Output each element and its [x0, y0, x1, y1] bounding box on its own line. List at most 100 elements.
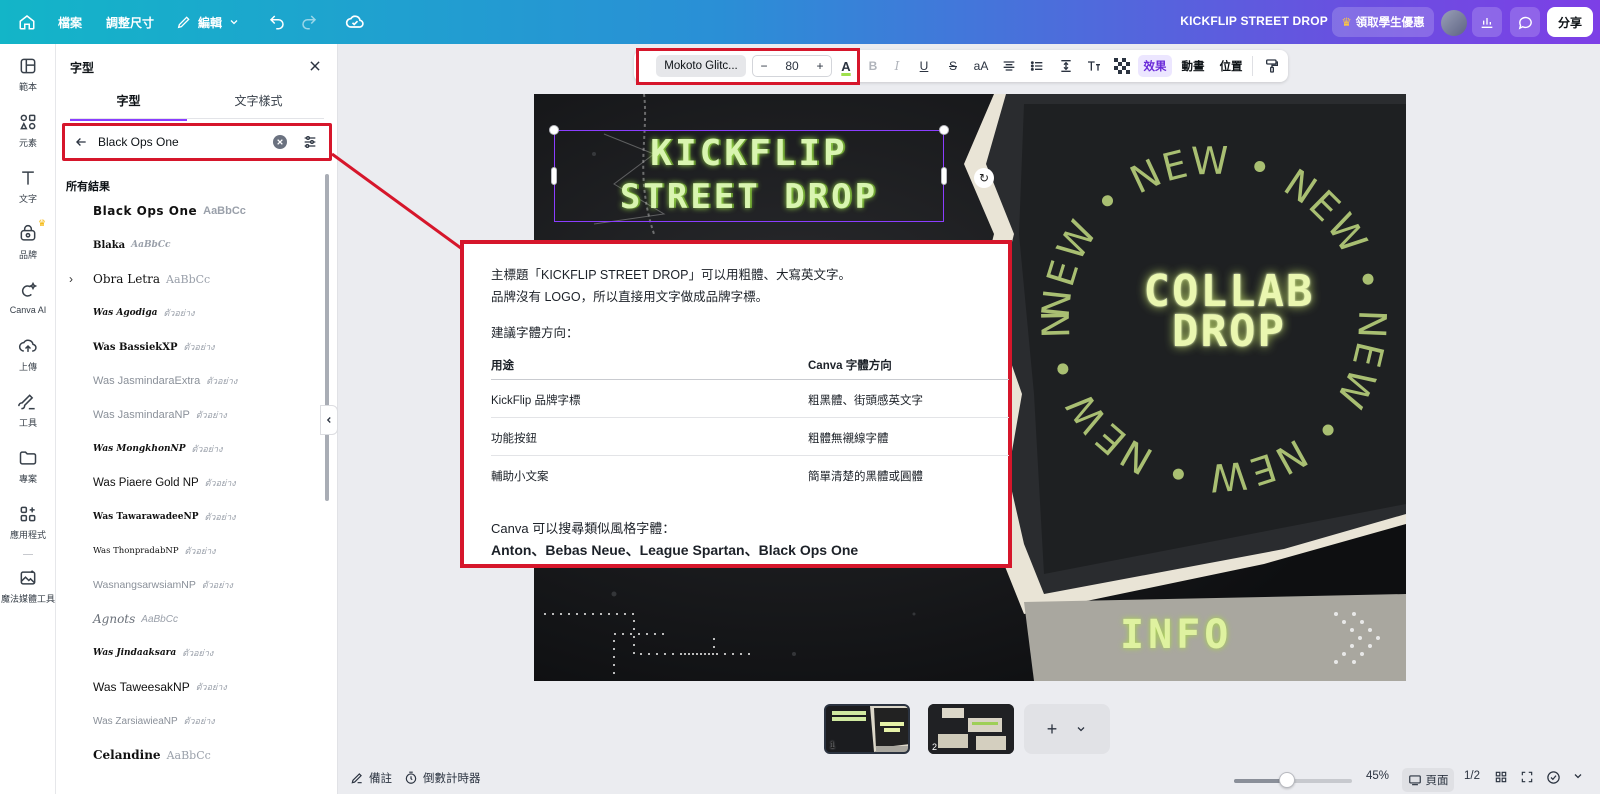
- edit-mode-button[interactable]: 編輯: [170, 7, 246, 37]
- font-list-item[interactable]: Was Piaere Gold NP ตัวอย่าง: [56, 466, 326, 500]
- list-button[interactable]: [1025, 55, 1049, 77]
- page-thumbnail-2[interactable]: 2: [928, 704, 1014, 754]
- comments-button[interactable]: [1510, 7, 1540, 37]
- upload-icon: [18, 339, 37, 352]
- font-list-item[interactable]: Was Agodiga ตัวอย่าง: [56, 296, 326, 330]
- font-list-item[interactable]: WasnangsarwsiamNP ตัวอย่าง: [56, 568, 326, 602]
- rail-item-apps[interactable]: 應用程式: [0, 496, 56, 548]
- headline-line-1: KICKFLIP: [650, 133, 848, 174]
- rail-item-magic-media[interactable]: 魔法媒體工具: [0, 560, 56, 612]
- font-sample: AaBbCc: [131, 240, 171, 250]
- grid-view-button[interactable]: [1494, 770, 1508, 784]
- redo-button[interactable]: [294, 7, 324, 37]
- fullscreen-button[interactable]: [1520, 770, 1534, 784]
- headline-text-box[interactable]: KICKFLIP STREET DROP: [554, 130, 944, 222]
- scrollbar-thumb[interactable]: [325, 174, 329, 501]
- resize-handle[interactable]: [939, 125, 949, 135]
- font-list-item[interactable]: Agnots AaBbCc: [56, 602, 326, 636]
- tab-fonts[interactable]: 字型: [70, 92, 187, 121]
- font-sample: AaBbCc: [141, 613, 178, 625]
- vertical-text-button[interactable]: [1082, 55, 1106, 77]
- home-button[interactable]: [12, 7, 42, 37]
- help-button[interactable]: [1572, 770, 1584, 782]
- rail-item-projects[interactable]: 專案: [0, 440, 56, 492]
- resize-button[interactable]: 調整尺寸: [100, 7, 160, 37]
- collapse-panel-button[interactable]: [320, 405, 338, 435]
- font-name: Obra Letra: [93, 272, 161, 286]
- file-menu-button[interactable]: 檔案: [52, 7, 88, 37]
- close-panel-button[interactable]: [303, 54, 327, 78]
- font-sample: ตัวอย่าง: [191, 444, 223, 454]
- check-button[interactable]: [1546, 770, 1561, 785]
- font-list-item[interactable]: Black Ops One AaBbCc: [56, 194, 326, 228]
- rail-item-label: 應用程式: [9, 529, 46, 540]
- panel-title: 字型: [70, 61, 95, 75]
- notes-button[interactable]: 備註: [350, 770, 392, 786]
- bold-button[interactable]: B: [862, 55, 884, 77]
- font-list-item[interactable]: Was BassiekXP ตัวอย่าง: [56, 330, 326, 364]
- chevron-down-icon: [230, 20, 238, 25]
- crown-icon: ♛: [38, 218, 47, 228]
- italic-button[interactable]: I: [886, 55, 908, 77]
- elements-icon: [20, 114, 36, 129]
- font-list-item[interactable]: Was MongkhonNP ตัวอย่าง: [56, 432, 326, 466]
- copy-style-button[interactable]: [1260, 55, 1284, 77]
- align-button[interactable]: [997, 55, 1021, 77]
- info-label[interactable]: INFO: [1120, 612, 1232, 658]
- font-list-item[interactable]: Was JasmindaraExtra ตัวอย่าง: [56, 364, 326, 398]
- undo-button[interactable]: [262, 7, 292, 37]
- font-search-input[interactable]: [98, 135, 258, 149]
- filter-button[interactable]: [299, 131, 321, 153]
- position-button[interactable]: 位置: [1214, 55, 1248, 77]
- cloud-save-button[interactable]: [340, 7, 370, 37]
- strikethrough-button[interactable]: S: [942, 55, 964, 77]
- rail-item-label: 專案: [18, 473, 37, 484]
- page-thumbnail-1[interactable]: 1: [824, 704, 910, 754]
- rotate-icon: ↻: [978, 171, 990, 185]
- underline-button[interactable]: U: [913, 55, 935, 77]
- rail-item-tools[interactable]: 工具: [0, 384, 56, 436]
- font-list-item[interactable]: Blaka AaBbCc: [56, 228, 326, 262]
- font-list-item[interactable]: Was JasmindaraNP ตัวอย่าง: [56, 398, 326, 432]
- rail-item-text[interactable]: 文字: [0, 160, 56, 212]
- font-list-item[interactable]: Was ThonpradabNP ตัวอย่าง: [56, 534, 326, 568]
- effects-button[interactable]: 效果: [1138, 55, 1172, 77]
- font-sample: ตัวอย่าง: [183, 342, 215, 352]
- collab-drop-text[interactable]: COLLAB DROP: [1074, 270, 1384, 354]
- rail-item-upload[interactable]: 上傳: [0, 328, 56, 380]
- pages-button[interactable]: 頁面: [1402, 768, 1454, 792]
- insights-button[interactable]: [1472, 7, 1502, 37]
- resize-handle[interactable]: [941, 167, 947, 185]
- student-offer-button[interactable]: ♛ 領取學生優惠: [1332, 7, 1434, 37]
- search-back-button[interactable]: [70, 131, 92, 153]
- letter-case-button[interactable]: aA: [969, 55, 993, 77]
- font-list-item[interactable]: Was ZarsiawieaNP ตัวอย่าง: [56, 704, 326, 738]
- font-list-item[interactable]: Was TaweesakNP ตัวอย่าง: [56, 670, 326, 704]
- design-title[interactable]: KICKFLIP STREET DROP: [1180, 14, 1328, 28]
- table-cell: 粗黑體、街頭感英文字: [808, 395, 923, 407]
- rotate-handle[interactable]: ↻: [974, 168, 994, 188]
- rail-item-templates[interactable]: 範本: [0, 48, 56, 100]
- share-button[interactable]: 分享: [1547, 7, 1593, 37]
- add-page-button[interactable]: +: [1024, 704, 1110, 754]
- font-list-item[interactable]: Was Jindaaksara ตัวอย่าง: [56, 636, 326, 670]
- rail-item-canva-ai[interactable]: Canva AI: [0, 272, 56, 324]
- zoom-slider-knob[interactable]: [1279, 772, 1296, 788]
- bold-icon: B: [868, 59, 878, 73]
- page-counter[interactable]: 1/2: [1464, 770, 1480, 782]
- font-list-item[interactable]: › Obra Letra AaBbCc: [56, 262, 326, 296]
- rail-item-elements[interactable]: 元素: [0, 104, 56, 156]
- animate-button[interactable]: 動畫: [1176, 55, 1210, 77]
- spacing-button[interactable]: [1054, 55, 1078, 77]
- timer-button[interactable]: 倒數計時器: [404, 770, 481, 786]
- zoom-percentage[interactable]: 45%: [1366, 770, 1389, 782]
- clear-search-button[interactable]: [273, 135, 287, 149]
- resize-handle[interactable]: [551, 167, 557, 185]
- font-list-item[interactable]: Celandine AaBbCc: [56, 738, 326, 772]
- transparency-button[interactable]: [1110, 55, 1134, 77]
- tab-text-styles[interactable]: 文字樣式: [200, 92, 317, 119]
- rail-item-brand[interactable]: ♛ 品牌: [0, 216, 56, 268]
- font-list-item[interactable]: Was TawarawadeeNP ตัวอย่าง: [56, 500, 326, 534]
- avatar[interactable]: [1441, 10, 1467, 36]
- resize-handle[interactable]: [549, 125, 559, 135]
